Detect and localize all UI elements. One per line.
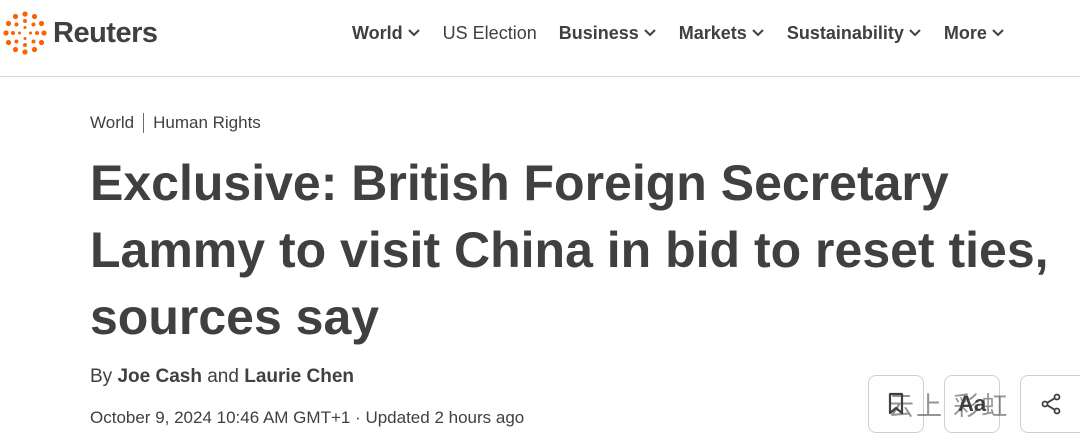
- breadcrumb: World Human Rights: [90, 113, 261, 133]
- nav-business[interactable]: Business: [559, 23, 657, 44]
- reuters-logo[interactable]: Reuters: [2, 8, 158, 58]
- nav-business-label: Business: [558, 22, 639, 43]
- byline-prefix: By: [90, 366, 113, 387]
- chevron-down-icon: [407, 29, 420, 37]
- nav-markets[interactable]: Markets: [679, 23, 765, 44]
- brand-name: Reuters: [53, 16, 158, 49]
- chevron-down-icon: [909, 29, 921, 37]
- nav-sustainability[interactable]: Sustainability: [787, 23, 922, 44]
- breadcrumb-divider: [143, 113, 145, 133]
- article-dateline: October 9, 2024 10:46 AM GMT+1 · Updated…: [90, 408, 525, 427]
- byline-joiner: and: [207, 366, 239, 387]
- nav-us-election-label: US Election: [442, 22, 537, 43]
- nav-markets-label: Markets: [678, 22, 747, 43]
- text-size-button[interactable]: Aa: [944, 375, 1000, 433]
- nav-world[interactable]: World: [352, 23, 421, 44]
- breadcrumb-section[interactable]: World: [90, 113, 134, 133]
- reuters-dots-icon: [3, 11, 47, 55]
- nav-sustainability-label: Sustainability: [786, 22, 904, 43]
- article-headline: Exclusive: British Foreign Secretary Lam…: [90, 155, 1049, 345]
- byline: By Joe Cash and Laurie Chen: [90, 366, 354, 388]
- chevron-down-icon: [644, 29, 656, 37]
- author-link[interactable]: Joe Cash: [117, 366, 201, 387]
- nav-us-election[interactable]: US Election: [443, 23, 537, 44]
- site-header: Reuters World US Election Business Marke…: [0, 0, 1080, 77]
- main-nav: World US Election Business Markets Susta…: [352, 18, 1027, 48]
- share-icon: [1041, 393, 1060, 415]
- chevron-down-icon: [992, 29, 1004, 37]
- bookmark-button[interactable]: [868, 375, 924, 433]
- nav-world-label: World: [352, 22, 403, 43]
- author-link[interactable]: Laurie Chen: [244, 366, 354, 387]
- nav-more-label: More: [943, 22, 987, 43]
- nav-more[interactable]: More: [944, 23, 1005, 44]
- text-size-icon: Aa: [957, 391, 987, 416]
- share-button[interactable]: [1020, 375, 1080, 433]
- bookmark-icon: [888, 392, 904, 415]
- chevron-down-icon: [752, 29, 764, 37]
- breadcrumb-subsection[interactable]: Human Rights: [153, 113, 261, 133]
